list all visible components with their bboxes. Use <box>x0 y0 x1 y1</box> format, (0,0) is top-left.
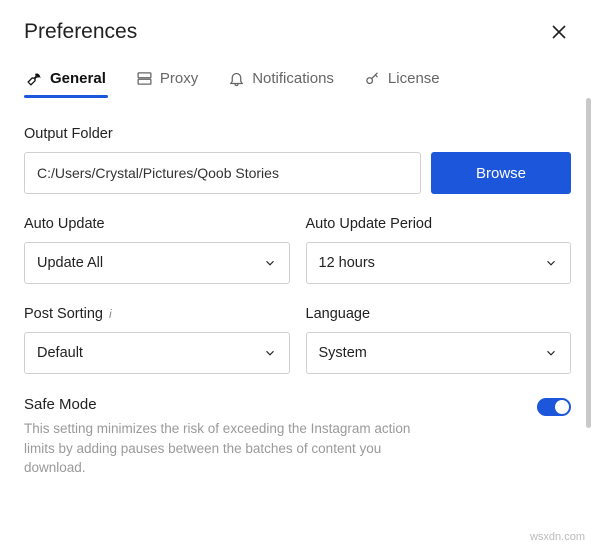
key-icon <box>364 70 381 87</box>
tab-notifications-label: Notifications <box>252 70 334 87</box>
server-icon <box>136 70 153 87</box>
safe-mode-section: Safe Mode This setting minimizes the ris… <box>24 396 571 478</box>
language-select[interactable]: System <box>306 332 572 374</box>
auto-update-period-label: Auto Update Period <box>306 216 572 232</box>
language-value: System <box>319 345 367 361</box>
wrench-icon <box>26 70 43 87</box>
safe-mode-description: This setting minimizes the risk of excee… <box>24 419 444 478</box>
chevron-down-icon <box>263 346 277 360</box>
bell-icon <box>228 70 245 87</box>
close-icon <box>552 25 566 39</box>
page-title: Preferences <box>24 20 137 44</box>
watermark: wsxdn.com <box>530 531 585 543</box>
auto-update-select[interactable]: Update All <box>24 242 290 284</box>
post-sorting-value: Default <box>37 345 83 361</box>
tab-general-label: General <box>50 70 106 87</box>
info-icon[interactable]: i <box>109 307 112 321</box>
output-folder-label: Output Folder <box>24 126 571 142</box>
browse-button[interactable]: Browse <box>431 152 571 194</box>
auto-update-label: Auto Update <box>24 216 290 232</box>
scrollbar[interactable] <box>586 98 591 428</box>
tab-license[interactable]: License <box>362 64 442 97</box>
safe-mode-toggle[interactable] <box>537 398 571 416</box>
tabs: General Proxy Notifications License <box>24 64 571 98</box>
post-sorting-label: Post Sorting i <box>24 306 290 322</box>
chevron-down-icon <box>544 256 558 270</box>
post-sorting-select[interactable]: Default <box>24 332 290 374</box>
tab-general[interactable]: General <box>24 64 108 97</box>
tab-proxy[interactable]: Proxy <box>134 64 200 97</box>
chevron-down-icon <box>263 256 277 270</box>
tab-proxy-label: Proxy <box>160 70 198 87</box>
chevron-down-icon <box>544 346 558 360</box>
post-sorting-label-text: Post Sorting <box>24 306 103 322</box>
auto-update-period-value: 12 hours <box>319 255 375 271</box>
output-folder-section: Output Folder Browse <box>24 126 571 194</box>
tab-notifications[interactable]: Notifications <box>226 64 336 97</box>
tab-license-label: License <box>388 70 440 87</box>
close-button[interactable] <box>547 20 571 44</box>
output-folder-input[interactable] <box>24 152 421 194</box>
language-label: Language <box>306 306 572 322</box>
auto-update-period-select[interactable]: 12 hours <box>306 242 572 284</box>
toggle-knob <box>555 400 569 414</box>
safe-mode-label: Safe Mode <box>24 396 517 413</box>
auto-update-value: Update All <box>37 255 103 271</box>
